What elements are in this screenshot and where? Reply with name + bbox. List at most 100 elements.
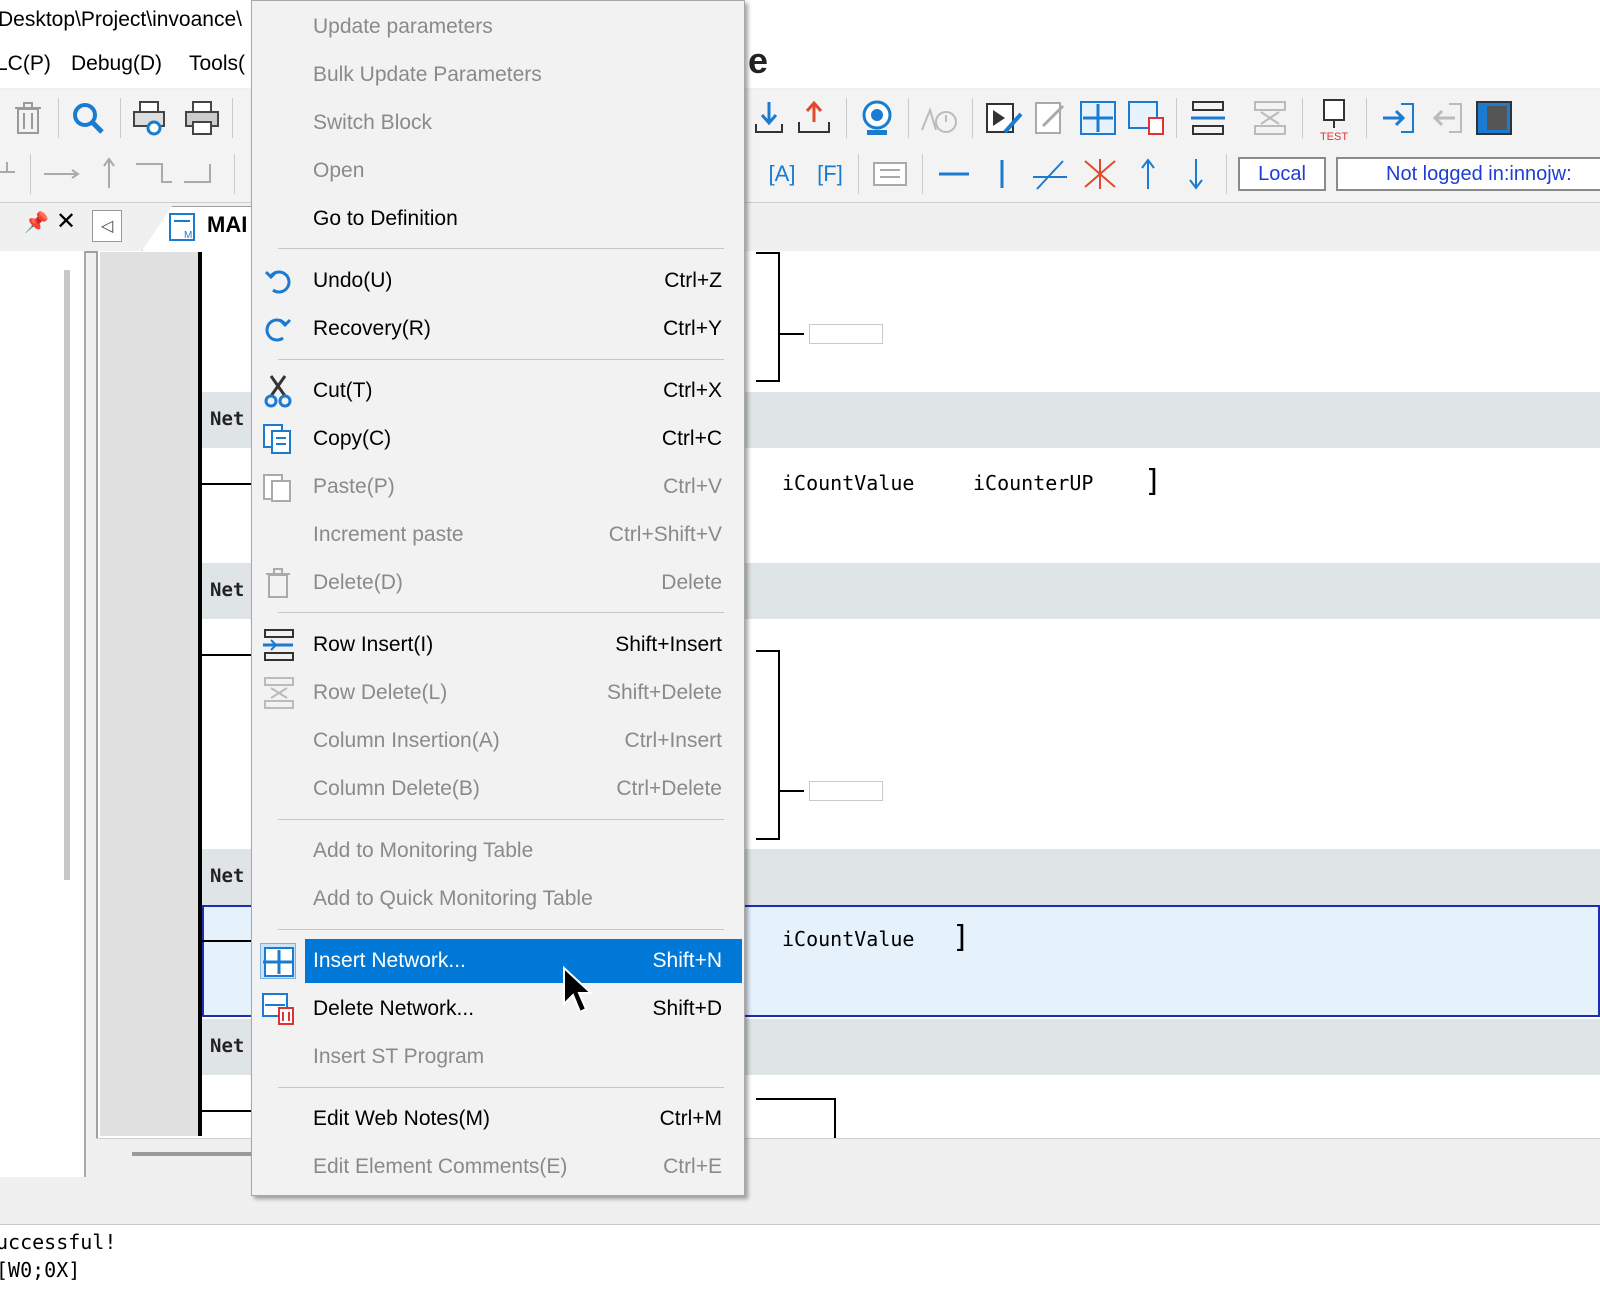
menu-item-column-insertion[interactable]: Column Insertion(A) Ctrl+Insert xyxy=(252,719,744,763)
menu-item-label: Go to Definition xyxy=(313,207,458,230)
menu-item-label: Insert ST Program xyxy=(313,1045,485,1068)
row-delete-icon[interactable] xyxy=(1248,98,1292,138)
insert-a-icon[interactable]: [A] xyxy=(762,156,802,192)
output-value-box[interactable] xyxy=(809,324,883,344)
menu-debug[interactable]: Debug(D) xyxy=(71,52,162,76)
menu-item-edit-web-notes[interactable]: Edit Web Notes(M) Ctrl+M xyxy=(252,1097,744,1141)
menu-item-shortcut: Ctrl+X xyxy=(663,379,722,402)
menu-separator xyxy=(278,1087,724,1088)
delete-network-icon[interactable] xyxy=(1124,98,1168,138)
print-preview-icon[interactable] xyxy=(130,98,170,138)
menu-item-insert-network[interactable]: Insert Network... Shift+N xyxy=(252,939,744,983)
menu-item-shortcut: Shift+N xyxy=(652,949,722,972)
arrow-down-icon[interactable] xyxy=(1176,156,1216,192)
menu-item-label: Cut(T) xyxy=(313,379,373,402)
menu-item-edit-element-comments[interactable]: Edit Element Comments(E) Ctrl+E xyxy=(252,1145,744,1189)
editor-gutter xyxy=(100,252,198,1136)
menu-item-undo[interactable]: Undo(U) Ctrl+Z xyxy=(252,259,744,303)
function-block[interactable] xyxy=(756,252,780,382)
window-path: Desktop\Project\invoance\ xyxy=(0,8,242,31)
variable-icounterup[interactable]: iCounterUP xyxy=(973,471,1093,495)
menu-item-row-delete[interactable]: Row Delete(L) Shift+Delete xyxy=(252,671,744,715)
arrow-up-icon[interactable] xyxy=(1128,156,1168,192)
menu-item-delete-network[interactable]: Delete Network... Shift+D xyxy=(252,987,744,1031)
login-icon[interactable] xyxy=(1376,98,1420,138)
close-icon[interactable]: ✕ xyxy=(56,207,76,236)
monitor-icon[interactable] xyxy=(856,98,898,138)
menu-item-increment-paste[interactable]: Increment paste Ctrl+Shift+V xyxy=(252,513,744,557)
cut-icon xyxy=(260,373,296,409)
comment-icon[interactable] xyxy=(868,156,912,192)
search-icon[interactable] xyxy=(68,98,108,138)
mouse-cursor-icon xyxy=(562,965,594,1019)
menu-item-switch-block[interactable]: Switch Block xyxy=(252,101,744,145)
menu-item-delete[interactable]: Delete(D) Delete xyxy=(252,561,744,605)
power-rail xyxy=(198,252,202,1136)
upload-icon[interactable] xyxy=(794,98,834,138)
project-panel xyxy=(0,251,86,1177)
rung-line xyxy=(202,483,252,485)
hline-icon[interactable] xyxy=(932,156,976,192)
diagonal-icon[interactable] xyxy=(1028,156,1072,192)
print-icon[interactable] xyxy=(182,98,222,138)
menu-item-label: Row Insert(I) xyxy=(313,633,434,656)
variable-icountvalue[interactable]: iCountValue xyxy=(782,927,914,951)
test-icon[interactable]: TEST xyxy=(1312,98,1356,142)
local-status[interactable]: Local xyxy=(1238,157,1326,191)
edit-document-icon[interactable] xyxy=(1030,98,1070,138)
panel-icon[interactable] xyxy=(1472,98,1516,138)
project-panel-scrollbar[interactable] xyxy=(64,270,70,880)
hscroll-thumb[interactable] xyxy=(132,1152,252,1156)
pin-icon[interactable]: 📌 xyxy=(24,210,49,235)
branch-open-icon[interactable] xyxy=(180,156,224,190)
output-value-box[interactable] xyxy=(809,781,883,801)
menu-separator xyxy=(278,248,724,249)
delete-line-icon[interactable] xyxy=(1078,156,1122,192)
row-insert-icon[interactable] xyxy=(1186,98,1230,138)
menu-item-bulk-update-parameters[interactable]: Bulk Update Parameters xyxy=(252,53,744,97)
function-block[interactable] xyxy=(756,650,780,840)
insert-network-icon[interactable] xyxy=(1076,98,1120,138)
menu-separator xyxy=(278,359,724,360)
menu-item-label: Open xyxy=(313,159,365,182)
menu-item-insert-st-program[interactable]: Insert ST Program xyxy=(252,1035,744,1079)
menu-item-open[interactable]: Open xyxy=(252,149,744,193)
menu-item-add-to-quick-monitoring-table[interactable]: Add to Quick Monitoring Table xyxy=(252,877,744,921)
menu-item-paste[interactable]: Paste(P) Ctrl+V xyxy=(252,465,744,509)
menu-item-label: Bulk Update Parameters xyxy=(313,63,542,86)
output-toolbar xyxy=(0,1178,1600,1225)
download-icon[interactable] xyxy=(752,98,786,138)
menu-item-label: Insert Network... xyxy=(313,949,466,972)
menu-item-go-to-definition[interactable]: Go to Definition xyxy=(252,197,744,241)
menu-item-column-delete[interactable]: Column Delete(B) Ctrl+Delete xyxy=(252,767,744,811)
vertical-up-icon[interactable] xyxy=(92,156,126,190)
menu-item-label: Update parameters xyxy=(313,15,493,38)
menu-item-cut[interactable]: Cut(T) Ctrl+X xyxy=(252,369,744,413)
online-edit-icon[interactable] xyxy=(982,98,1026,138)
function-block[interactable] xyxy=(756,1098,836,1138)
menu-item-shortcut: Ctrl+C xyxy=(661,427,722,450)
menu-item-label: Delete(D) xyxy=(313,571,403,594)
logout-icon[interactable] xyxy=(1424,98,1468,138)
menu-item-row-insert[interactable]: Row Insert(I) Shift+Insert xyxy=(252,623,744,667)
tab-scroll-left-icon[interactable]: ◁ xyxy=(92,210,122,242)
menu-tools[interactable]: Tools( xyxy=(189,52,245,76)
menu-item-update-parameters[interactable]: Update parameters xyxy=(252,5,744,49)
coil-bracket: ] xyxy=(952,920,971,955)
variable-icountvalue[interactable]: iCountValue xyxy=(782,471,914,495)
menu-item-copy[interactable]: Copy(C) Ctrl+C xyxy=(252,417,744,461)
vline-icon[interactable] xyxy=(982,156,1022,192)
branch-icon[interactable] xyxy=(0,156,20,190)
trash-icon[interactable] xyxy=(8,98,48,138)
coil-bracket: ] xyxy=(1144,464,1163,499)
menu-item-shortcut: Ctrl+M xyxy=(659,1107,722,1130)
menu-item-add-to-monitoring-table[interactable]: Add to Monitoring Table xyxy=(252,829,744,873)
branch-close-icon[interactable] xyxy=(132,156,176,190)
menu-item-shortcut: Delete xyxy=(661,571,722,594)
insert-f-icon[interactable]: [F] xyxy=(810,156,850,192)
timer-icon[interactable] xyxy=(918,98,962,138)
menu-item-recovery[interactable]: Recovery(R) Ctrl+Y xyxy=(252,307,744,351)
menu-plc[interactable]: LC(P) xyxy=(0,52,51,76)
horizontal-line-icon[interactable] xyxy=(40,156,84,190)
network-label: Net xyxy=(210,408,245,430)
